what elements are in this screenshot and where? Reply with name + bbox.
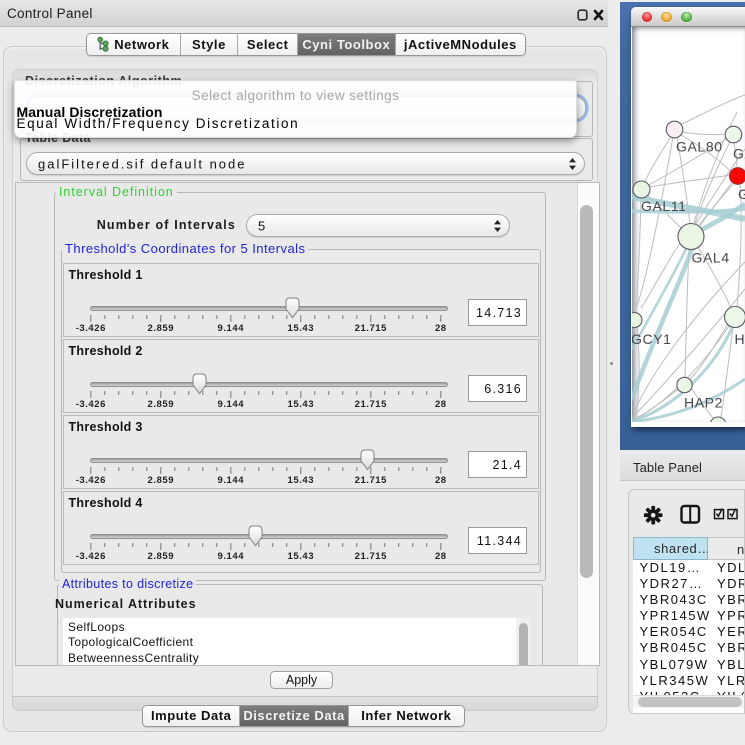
svg-text:HAP2: HAP2 [684, 395, 723, 411]
svg-text:GA: GA [738, 186, 745, 202]
svg-text:GAL80: GAL80 [676, 139, 723, 155]
svg-text:GAL3: GAL3 [733, 146, 745, 162]
svg-text:GAL4: GAL4 [692, 250, 730, 266]
svg-text:GAL11: GAL11 [641, 198, 687, 214]
svg-text:GCY1: GCY1 [632, 331, 672, 347]
svg-text:HIS: HIS [735, 331, 745, 347]
